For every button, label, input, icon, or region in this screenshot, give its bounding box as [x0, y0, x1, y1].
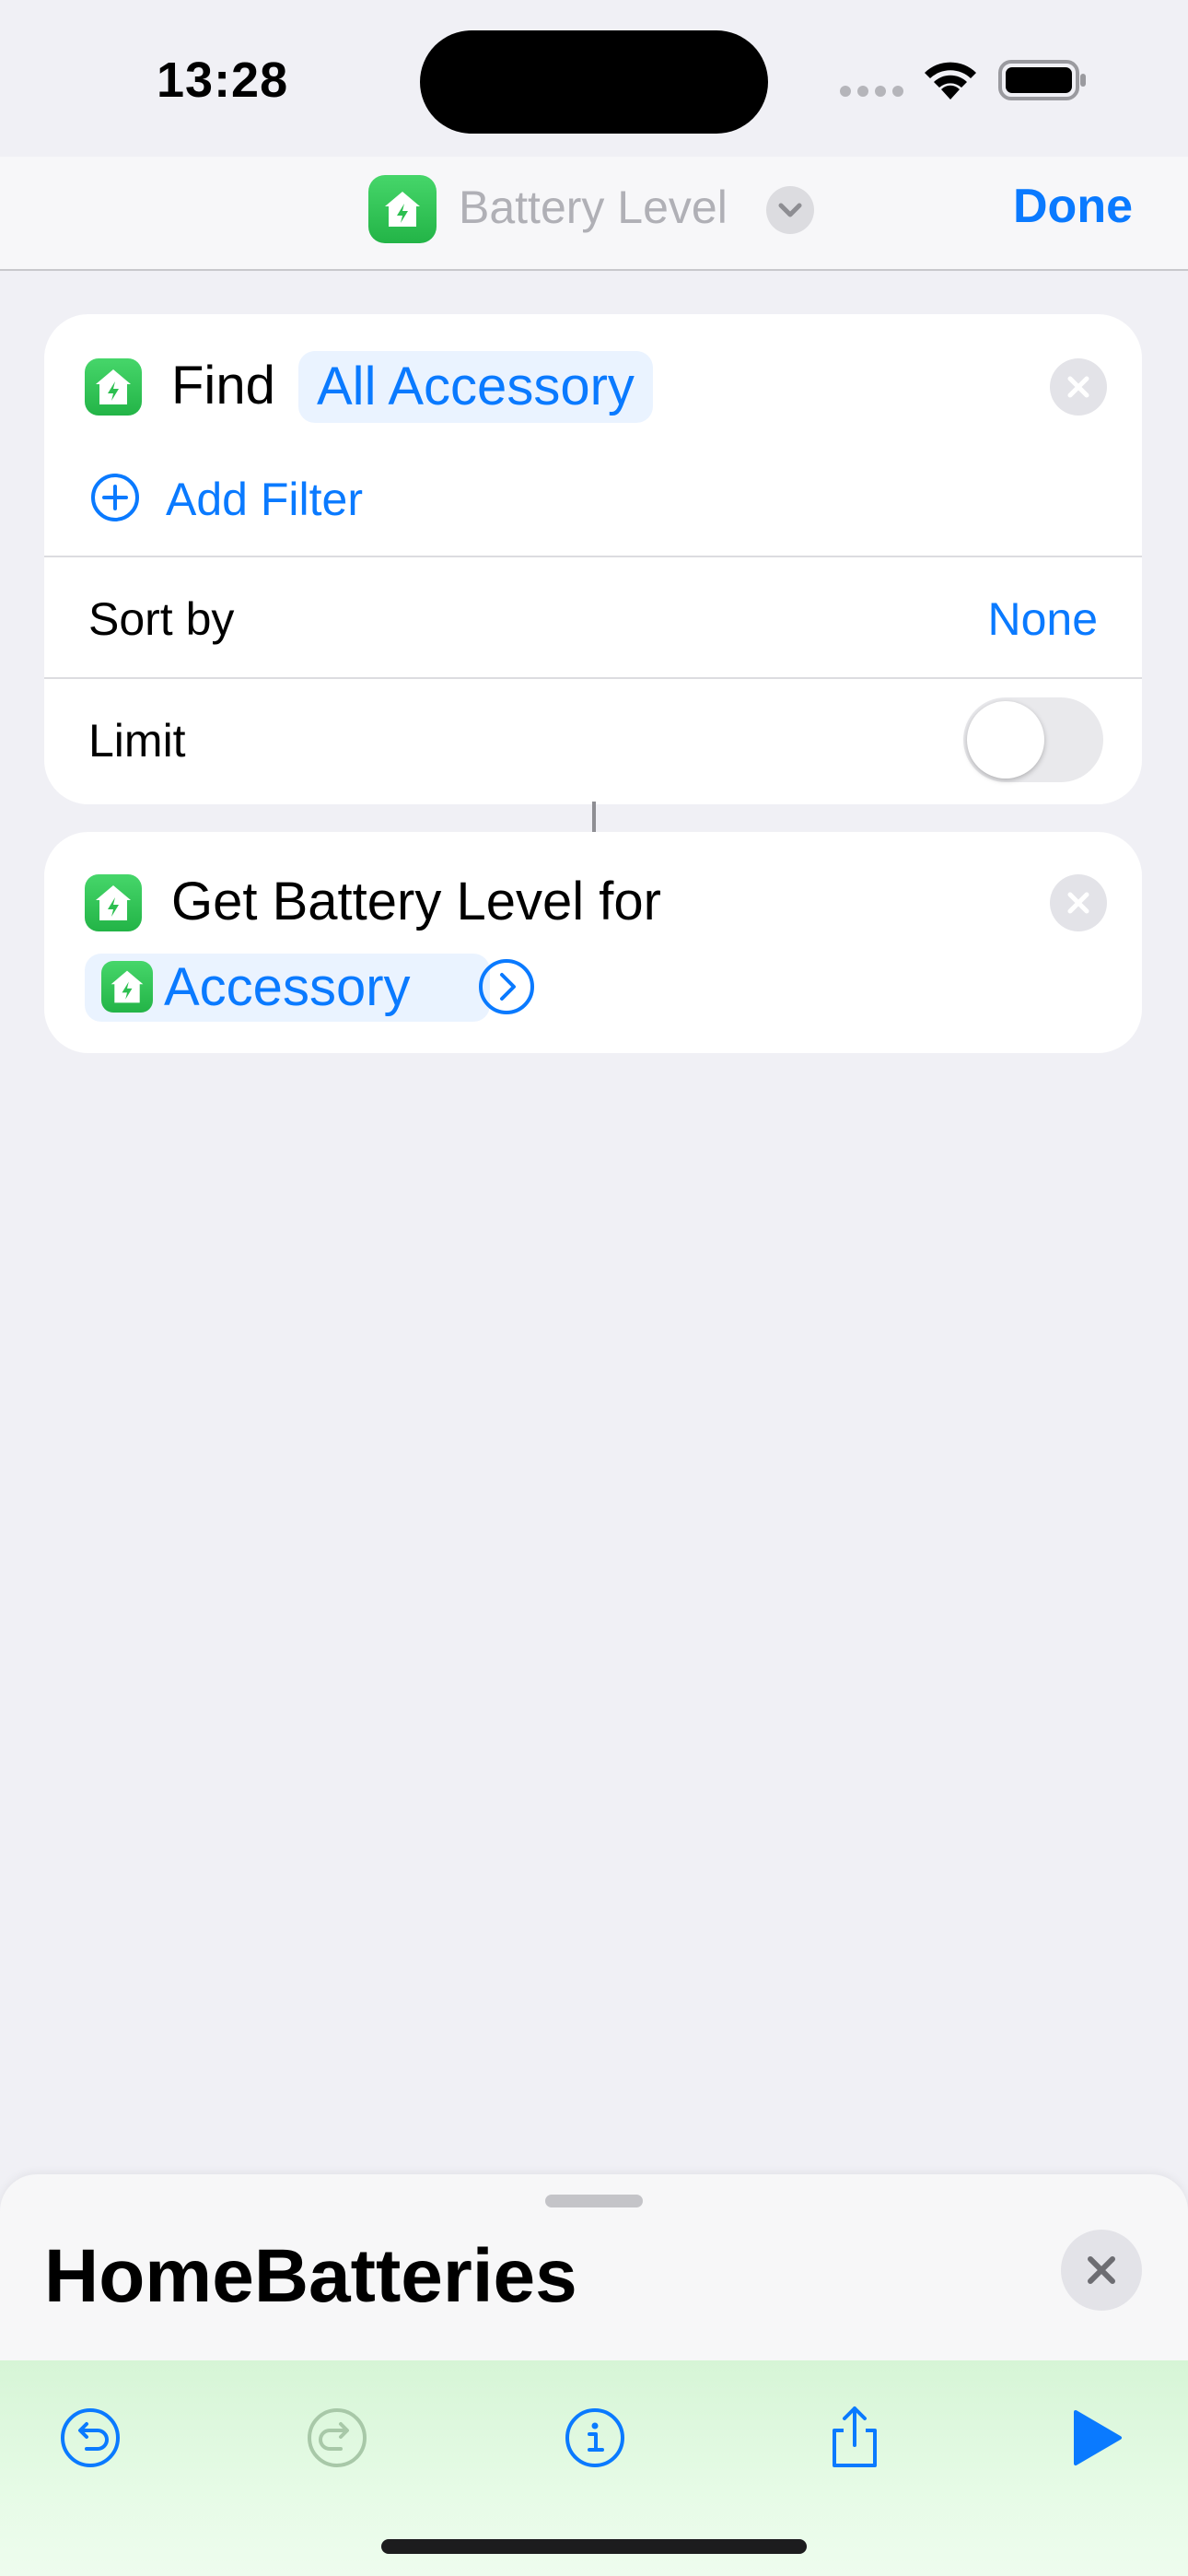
navigation-bar: Battery Level Done	[0, 157, 1188, 271]
home-app-icon	[85, 358, 142, 416]
shortcut-icon[interactable]	[368, 175, 437, 243]
sort-by-value[interactable]: None	[987, 592, 1098, 646]
add-filter-label: Add Filter	[166, 474, 363, 525]
title-menu-chevron-icon[interactable]	[766, 186, 814, 234]
accessory-variable-token[interactable]: Accessory	[85, 954, 490, 1022]
share-icon[interactable]	[818, 2401, 891, 2475]
find-label: Find	[171, 356, 275, 416]
remove-action-button[interactable]	[1050, 358, 1107, 416]
shortcut-name[interactable]: HomeBatteries	[44, 2233, 577, 2320]
sheet-grabber[interactable]	[545, 2195, 643, 2207]
undo-icon[interactable]	[53, 2401, 127, 2475]
sort-by-row[interactable]: Sort by None	[44, 556, 1142, 677]
cellular-signal-icon	[840, 86, 904, 97]
dynamic-island	[420, 30, 768, 134]
wifi-icon	[925, 62, 976, 100]
plus-circle-icon	[91, 474, 139, 521]
status-bar: 13:28	[0, 0, 1188, 157]
done-button[interactable]: Done	[1013, 179, 1133, 234]
accessory-type-token[interactable]: All Accessory	[298, 351, 653, 423]
find-accessories-action: Find All Accessory Add Filter Sort by No…	[44, 314, 1142, 804]
close-icon	[1067, 376, 1089, 398]
status-time: 13:28	[157, 53, 289, 108]
home-charging-icon	[385, 192, 420, 227]
home-app-icon	[101, 961, 153, 1013]
limit-row: Limit	[44, 677, 1142, 799]
editor-toolbar	[0, 2360, 1188, 2576]
limit-label: Limit	[88, 715, 186, 767]
play-icon[interactable]	[1059, 2401, 1133, 2475]
shortcut-bottom-sheet: HomeBatteries	[0, 2174, 1188, 2576]
info-icon[interactable]	[558, 2401, 632, 2475]
redo-icon[interactable]	[300, 2401, 374, 2475]
expand-chevron-icon[interactable]	[477, 957, 536, 1016]
sheet-close-button[interactable]	[1061, 2230, 1142, 2311]
limit-toggle[interactable]	[963, 697, 1103, 782]
home-app-icon	[85, 874, 142, 931]
battery-icon	[998, 60, 1086, 100]
home-indicator	[381, 2539, 807, 2554]
action-connector	[592, 802, 596, 833]
shortcut-title[interactable]: Battery Level	[459, 181, 728, 234]
accessory-token-label: Accessory	[164, 957, 411, 1017]
sort-by-label: Sort by	[88, 593, 235, 645]
toggle-knob	[967, 701, 1044, 779]
close-icon	[1088, 2256, 1115, 2284]
get-battery-level-label: Get Battery Level for	[171, 872, 661, 931]
remove-action-button[interactable]	[1050, 874, 1107, 931]
close-icon	[1067, 892, 1089, 914]
get-battery-level-action: Get Battery Level for Accessory	[44, 832, 1142, 1053]
